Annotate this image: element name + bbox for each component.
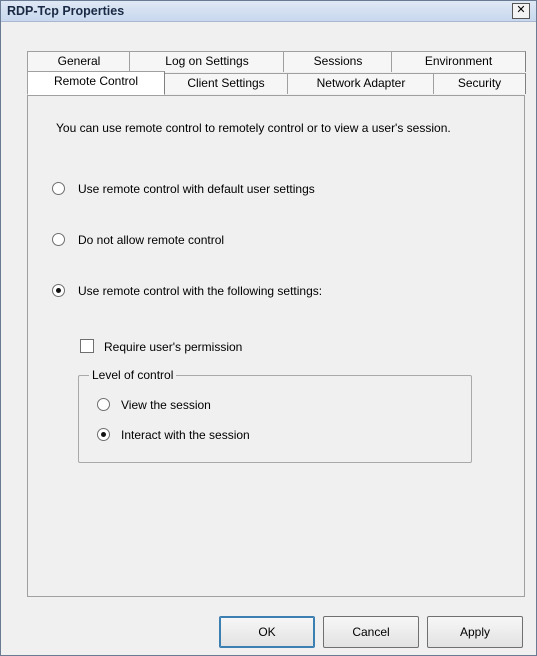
radio-default-settings[interactable]	[52, 182, 65, 195]
description-text: You can use remote control to remotely c…	[56, 121, 451, 135]
radio-no-remote-control-label[interactable]: Do not allow remote control	[78, 233, 224, 247]
close-button[interactable]: ✕	[512, 3, 530, 19]
tab-sessions[interactable]: Sessions	[283, 51, 393, 72]
tab-remote-control[interactable]: Remote Control	[27, 71, 165, 95]
radio-view-session[interactable]	[97, 398, 110, 411]
radio-custom-settings-label[interactable]: Use remote control with the following se…	[78, 284, 322, 298]
ok-button[interactable]: OK	[219, 616, 315, 648]
radio-no-remote-control[interactable]	[52, 233, 65, 246]
properties-dialog: RDP-Tcp Properties ✕ General Log on Sett…	[0, 0, 537, 656]
dialog-button-bar: OK Cancel Apply	[1, 599, 536, 655]
panel-content: You can use remote control to remotely c…	[28, 96, 524, 596]
title-bar: RDP-Tcp Properties ✕	[1, 1, 536, 22]
level-of-control-label: Level of control	[89, 368, 177, 382]
tab-environment[interactable]: Environment	[391, 51, 526, 72]
cancel-button[interactable]: Cancel	[323, 616, 419, 648]
radio-default-settings-label[interactable]: Use remote control with default user set…	[78, 182, 315, 196]
radio-interact-session-label[interactable]: Interact with the session	[121, 428, 250, 442]
tab-client-settings[interactable]: Client Settings	[163, 73, 289, 94]
apply-button[interactable]: Apply	[427, 616, 523, 648]
require-permission-label[interactable]: Require user's permission	[104, 340, 242, 354]
tab-log-on-settings[interactable]: Log on Settings	[129, 51, 285, 72]
remote-control-panel: You can use remote control to remotely c…	[27, 95, 525, 597]
require-permission-checkbox[interactable]	[80, 339, 94, 353]
radio-interact-session[interactable]	[97, 428, 110, 441]
window-title: RDP-Tcp Properties	[7, 4, 125, 18]
tab-security[interactable]: Security	[433, 73, 526, 94]
radio-custom-settings[interactable]	[52, 284, 65, 297]
radio-view-session-label[interactable]: View the session	[121, 398, 211, 412]
level-of-control-group: Level of control View the session Intera…	[78, 368, 472, 463]
tab-network-adapter[interactable]: Network Adapter	[287, 73, 435, 94]
tab-general[interactable]: General	[27, 51, 131, 72]
